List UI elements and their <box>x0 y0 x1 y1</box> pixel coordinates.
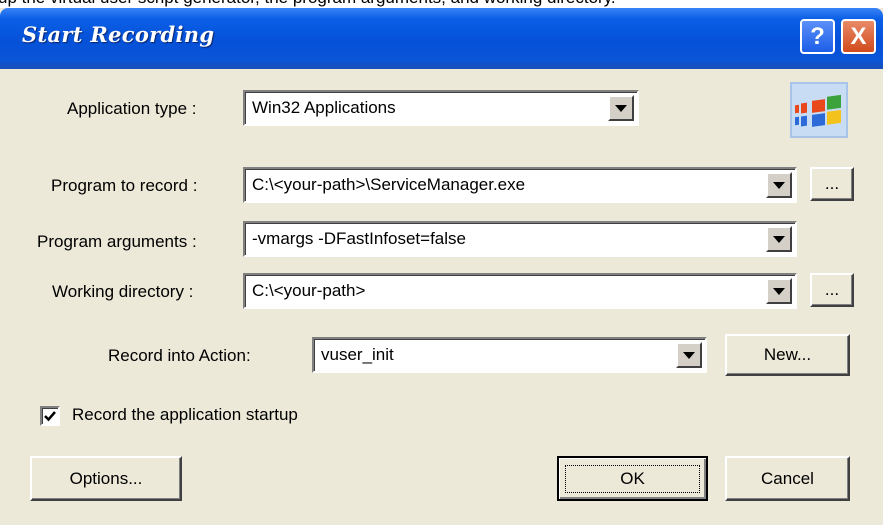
browse-program-label: ... <box>824 174 840 193</box>
close-button[interactable]: X <box>841 19 876 54</box>
chevron-down-icon[interactable] <box>676 342 702 368</box>
dialog-title: Start Recording <box>22 22 215 47</box>
new-action-button[interactable]: New... <box>725 334 850 376</box>
help-button[interactable]: ? <box>800 19 835 54</box>
new-action-label: New... <box>763 345 812 364</box>
working-directory-value: C:\<your-path> <box>252 281 366 300</box>
record-startup-label-text: Record the application startup <box>72 405 298 424</box>
chevron-down-icon[interactable] <box>766 226 792 252</box>
program-to-record-combo[interactable]: C:\<your-path>\ServiceManager.exe <box>243 167 797 203</box>
chevron-down-icon[interactable] <box>608 95 634 121</box>
application-type-label: Application type : <box>67 99 196 119</box>
program-to-record-label: Program to record : <box>51 176 197 196</box>
program-to-record-label-text: Program to record : <box>51 176 198 195</box>
program-to-record-value: C:\<your-path>\ServiceManager.exe <box>252 175 526 194</box>
working-directory-combo[interactable]: C:\<your-path> <box>243 273 797 309</box>
title-bar[interactable]: Start Recording ? X <box>0 8 883 69</box>
close-icon: X <box>850 22 867 50</box>
working-directory-label-text: Working directory : <box>52 282 194 301</box>
chevron-down-icon[interactable] <box>766 278 792 304</box>
browse-program-button[interactable]: ... <box>810 167 854 201</box>
ok-label: OK <box>565 464 700 493</box>
checkmark-icon <box>44 411 56 422</box>
working-directory-label: Working directory : <box>52 282 193 302</box>
application-type-value: Win32 Applications <box>252 98 396 117</box>
help-icon: ? <box>810 22 825 50</box>
cropped-text-line: up the virtual user script generator, th… <box>0 0 616 8</box>
record-into-action-select[interactable]: vuser_init <box>312 337 707 373</box>
program-arguments-label-text: Program arguments : <box>37 232 197 251</box>
record-startup-label[interactable]: Record the application startup <box>72 405 298 425</box>
windows-logo-icon <box>790 82 848 138</box>
application-type-label-text: Application type : <box>67 99 197 118</box>
application-type-select[interactable]: Win32 Applications <box>243 90 639 126</box>
program-arguments-value: -vmargs -DFastInfoset=false <box>252 229 466 248</box>
program-arguments-label: Program arguments : <box>37 232 197 252</box>
options-label: Options... <box>69 468 143 488</box>
browse-directory-label: ... <box>824 280 840 299</box>
cropped-document-text: up the virtual user script generator, th… <box>0 0 883 8</box>
record-into-action-label-text: Record into Action: <box>108 346 251 365</box>
cancel-label: Cancel <box>761 468 814 488</box>
program-arguments-combo[interactable]: -vmargs -DFastInfoset=false <box>243 221 797 257</box>
record-into-action-label: Record into Action: <box>108 346 251 366</box>
record-into-action-value: vuser_init <box>321 345 394 364</box>
record-startup-checkbox[interactable] <box>40 406 60 426</box>
cancel-button[interactable]: Cancel <box>725 456 850 501</box>
ok-button[interactable]: OK <box>557 456 708 501</box>
browse-directory-button[interactable]: ... <box>810 273 854 307</box>
options-button[interactable]: Options... <box>30 456 182 501</box>
chevron-down-icon[interactable] <box>766 172 792 198</box>
